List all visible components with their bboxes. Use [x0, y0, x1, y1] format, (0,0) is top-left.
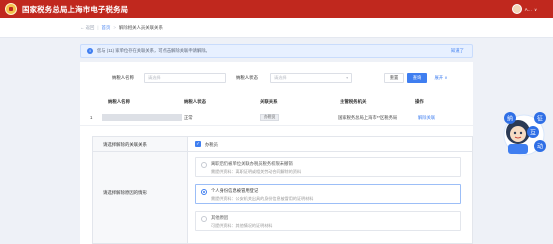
taxpayer-name-label: 纳税人名称 — [112, 75, 134, 80]
divider — [93, 151, 472, 152]
taxpayer-status-label: 纳税人状态 — [236, 75, 258, 80]
table-header: 纳税人名称 纳税人状态 关联关系 主管税务机关 操作 — [80, 96, 473, 108]
row-authority: 国家税务总局上海市**区税务局 — [338, 115, 398, 120]
masked-taxpayer-name — [102, 114, 182, 121]
reason-desc: 需提供资料：离职证明或相关劳动合同解除的资料 — [211, 169, 302, 174]
top-bar: 国家税务总局上海市电子税务局 A… ∨ — [0, 0, 553, 18]
column-header: 主管税务机关 — [340, 99, 367, 104]
reason-field-label: 请选择解除原因的情形 — [103, 190, 147, 195]
user-name[interactable]: A… — [525, 7, 532, 12]
mascot-char: 互 — [530, 129, 536, 136]
app-title: 国家税务总局上海市电子税务局 — [22, 4, 129, 14]
reason-option-other[interactable]: 其他原因 可提供资料：其他情况的证明材料 — [195, 211, 461, 231]
column-header: 纳税人状态 — [184, 99, 206, 104]
mascot-char: 动 — [537, 143, 543, 150]
chevron-down-icon: ▾ — [346, 76, 348, 80]
row-status: 正常 — [184, 115, 193, 120]
radio-button[interactable] — [201, 162, 207, 168]
back-link[interactable]: ← 返回 — [80, 25, 94, 31]
filter-row: 纳税人名称 请选择 纳税人状态 请选择 ▾ 重置 查询 展开 ∨ — [80, 72, 473, 84]
mascot-char: 纳 — [507, 114, 513, 122]
info-notice: i 您与 (11) 家单位存在关联关系，可点击解除关联申请解除。 知道了 — [80, 44, 473, 58]
notice-text: 您与 (11) 家单位存在关联关系，可点击解除关联申请解除。 — [97, 48, 210, 53]
main-panel: 纳税人名称 请选择 纳税人状态 请选择 ▾ 重置 查询 展开 ∨ 纳税人名称 纳… — [80, 62, 473, 244]
reason-desc: 可提供资料：其他情况的证明材料 — [211, 223, 273, 228]
reason-title: 其他原因 — [211, 215, 229, 220]
tax-bureau-logo-icon — [5, 3, 17, 15]
assistant-mascot-icon[interactable]: 纳 征 互 动 — [500, 108, 548, 158]
row-index: 1 — [90, 115, 93, 120]
relation-field-label: 请选择解除的关联关系 — [103, 142, 147, 147]
user-menu[interactable]: A… ∨ — [511, 4, 537, 14]
expand-button[interactable]: 展开 ∨ — [430, 73, 452, 83]
breadcrumb: ← 返回 | 首页 > 解除相关人员关联关系 — [0, 18, 553, 38]
avatar[interactable] — [511, 4, 522, 14]
reason-option-identity-misused[interactable]: 个人身份信息被冒用登记 需提供资料：公安机关出具的身份信息被冒用的证明材料 — [195, 184, 461, 204]
breadcrumb-arrow: > — [113, 25, 116, 30]
reset-button[interactable]: 重置 — [384, 73, 404, 83]
info-icon: i — [87, 48, 93, 54]
reason-option-left-job[interactable]: 离职后仍被单位关联办税员税务权限未撤销 需提供资料：离职证明或相关劳动合同解除的… — [195, 157, 461, 177]
radio-button[interactable] — [201, 216, 207, 222]
unlink-form: 请选择解除的关联关系 ✓ 办税员 请选择解除原因的情形 离职后仍被单位关联办税员… — [92, 136, 473, 244]
column-header: 纳税人名称 — [108, 99, 130, 104]
unlink-button[interactable]: 解除关联 — [418, 115, 435, 121]
mascot-char: 征 — [537, 114, 543, 122]
column-header: 关联关系 — [260, 99, 278, 104]
reason-desc: 需提供资料：公安机关出具的身份信息被冒用的证明材料 — [211, 196, 314, 201]
breadcrumb-home[interactable]: 首页 — [102, 25, 111, 31]
taxpayer-name-input[interactable]: 请选择 — [144, 73, 226, 83]
relation-badge: 办税员 — [260, 114, 280, 121]
reason-title: 离职后仍被单位关联办税员税务权限未撤销 — [211, 161, 293, 166]
table-row: 1 正常 办税员 国家税务总局上海市**区税务局 解除关联 — [80, 110, 473, 126]
status-select-value: 请选择 — [274, 75, 287, 80]
taxpayer-status-select[interactable]: 请选择 ▾ — [270, 73, 352, 83]
breadcrumb-divider: | — [97, 25, 99, 30]
chevron-down-icon[interactable]: ∨ — [534, 7, 537, 12]
reason-title: 个人身份信息被冒用登记 — [211, 188, 259, 193]
column-header: 操作 — [415, 99, 424, 104]
breadcrumb-current: 解除相关人员关联关系 — [118, 24, 163, 30]
relation-checkbox[interactable]: ✓ — [195, 141, 201, 147]
radio-button-selected[interactable] — [201, 189, 207, 195]
relation-checkbox-label[interactable]: 办税员 — [205, 142, 218, 148]
notice-dismiss-link[interactable]: 知道了 — [451, 48, 464, 54]
query-button[interactable]: 查询 — [407, 73, 427, 83]
